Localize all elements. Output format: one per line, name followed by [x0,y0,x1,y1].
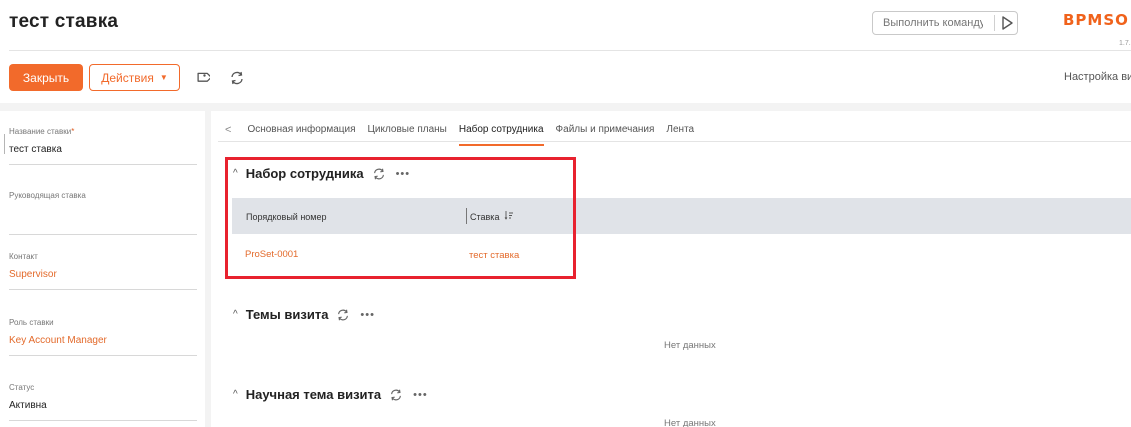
tabs-divider [218,141,1131,142]
field-managing-rate[interactable]: Руководящая ставка [9,191,197,235]
command-input[interactable] [883,17,983,29]
caret-down-icon: ▼ [159,73,168,82]
field-label: Статус [9,383,35,392]
actions-label: Действия [101,70,154,85]
field-underline [9,234,197,235]
chevron-up-icon[interactable]: ^ [233,309,238,320]
field-focus-marker [4,134,5,154]
section-band [0,103,1131,111]
field-rate-role[interactable]: Роль ставки Key Account Manager [9,318,197,356]
scientific-topic-header: ^ Научная тема визита ••• [233,387,428,402]
scientific-topic-title[interactable]: Научная тема визита [246,387,381,402]
visit-topics-header: ^ Темы визита ••• [233,307,375,322]
highlight-box [225,157,576,279]
required-marker: * [71,127,75,136]
field-label: Контакт [9,252,38,261]
version-label: 1.7. [1119,40,1131,47]
field-rate-name[interactable]: Название ставки* тест ставка [9,127,197,165]
more-icon[interactable]: ••• [413,389,428,401]
command-box[interactable] [872,11,1018,35]
view-settings-link[interactable]: Настройка вид [1064,71,1131,83]
field-value[interactable]: Активна [9,400,197,414]
more-icon[interactable]: ••• [360,309,375,321]
tab-cycle-plans[interactable]: Цикловые планы [368,124,447,146]
refresh-icon[interactable] [229,70,245,86]
field-label: Роль ставки [9,318,54,327]
page-title: тест ставка [9,11,119,32]
refresh-icon[interactable] [389,388,403,402]
field-underline [9,420,197,421]
chevron-up-icon[interactable]: ^ [233,389,238,400]
visit-topics-title[interactable]: Темы визита [246,307,329,322]
field-label: Руководящая ставка [9,191,86,200]
header-divider [9,50,1131,51]
refresh-icon[interactable] [336,308,350,322]
field-underline [9,289,197,290]
field-underline [9,355,197,356]
tag-icon[interactable] [194,70,210,86]
tab-bar: < Основная информация Цикловые планы Наб… [225,119,706,146]
sidebar-divider [205,111,211,427]
tab-staff-set[interactable]: Набор сотрудника [458,124,544,146]
rate-role-link[interactable]: Key Account Manager [9,335,197,349]
field-underline [9,164,197,165]
field-label: Название ставки* [9,127,75,136]
field-contact[interactable]: Контакт Supervisor [9,252,197,290]
play-icon[interactable] [999,15,1015,31]
contact-link[interactable]: Supervisor [9,269,197,283]
tab-files-notes[interactable]: Файлы и примечания [556,124,655,146]
field-value[interactable]: тест ставка [9,144,197,158]
field-status[interactable]: Статус Активна [9,383,197,421]
actions-button[interactable]: Действия ▼ [89,64,180,91]
tab-main-info[interactable]: Основная информация [247,124,355,146]
chevron-left-icon[interactable]: < [225,124,231,136]
empty-state-text: Нет данных [664,418,716,427]
empty-state-text: Нет данных [664,340,716,351]
close-button[interactable]: Закрыть [9,64,83,91]
logo: BPMSO [1063,11,1129,29]
field-value[interactable] [9,214,197,228]
command-divider [994,15,995,31]
tab-feed[interactable]: Лента [666,124,694,146]
